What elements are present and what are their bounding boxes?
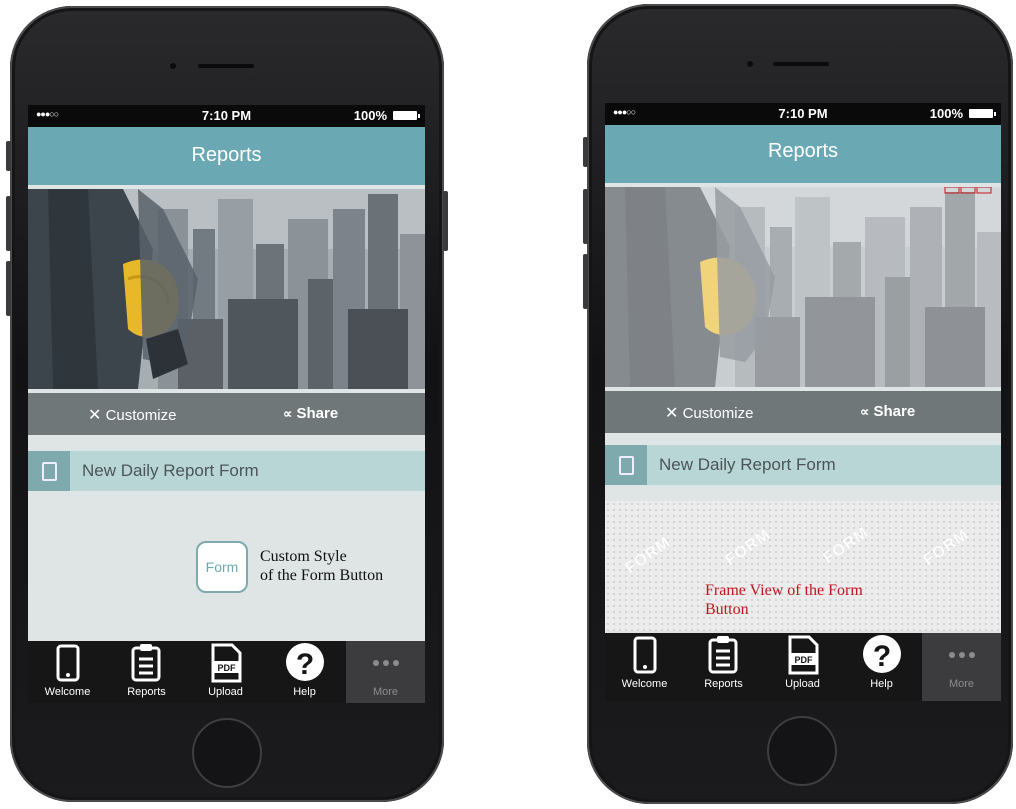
tab-welcome-label: Welcome [44, 686, 91, 698]
form-row-label: New Daily Report Form [82, 461, 259, 480]
power-button [443, 191, 448, 251]
tab-help-label: Help [293, 686, 316, 698]
form-watermark: FORM [622, 533, 675, 578]
wrench-cross-icon: ✕ [88, 407, 102, 424]
tab-more-label: More [948, 678, 975, 690]
action-bar: ✕ Customize ∝ Share [605, 391, 1001, 433]
phone-screen: ●●●○○ 7:10 PM 100% Reports ✕ Customize ∝… [605, 103, 1001, 701]
phone-mockup-frame-view: ●●●○○ 7:10 PM 100% Reports ✕ Customize ∝… [583, 4, 1013, 804]
pdf-icon: PDF [211, 643, 242, 683]
tab-reports[interactable]: Reports [684, 633, 763, 695]
customize-button[interactable]: ✕ Customize [88, 405, 176, 425]
home-button [192, 718, 262, 788]
new-daily-report-form-row[interactable]: New Daily Report Form [605, 445, 1001, 485]
share-icon: ∝ [860, 404, 870, 419]
page-title: Reports [605, 125, 1001, 183]
form-watermark: FORM [820, 523, 873, 568]
share-button[interactable]: ∝ Share [860, 403, 915, 420]
tab-welcome[interactable]: Welcome [28, 641, 107, 703]
status-bar: ●●●○○ 7:10 PM 100% [605, 103, 1001, 125]
form-row-label: New Daily Report Form [659, 455, 836, 474]
mute-switch [583, 137, 588, 167]
pdf-icon: PDF [788, 635, 819, 675]
tab-bar: Welcome Reports PDF Upload ? Help More [605, 633, 1001, 701]
more-dots-icon [373, 660, 399, 666]
form-document-icon [605, 445, 647, 485]
tab-reports-label: Reports [704, 678, 743, 690]
share-label: Share [296, 405, 339, 422]
customize-button[interactable]: ✕ Customize [665, 403, 753, 423]
hero-image [605, 187, 1001, 387]
earpiece [198, 64, 254, 68]
form-button[interactable]: Form [196, 541, 248, 593]
custom-style-annotation: Custom Style of the Form Button [260, 547, 383, 585]
form-frame-view[interactable]: FORM FORM FORM FORM Frame View of the Fo… [605, 501, 1001, 631]
svg-text:PDF: PDF [795, 655, 814, 665]
annotation-line-1: Frame View of the Form [705, 582, 863, 599]
home-button [767, 716, 837, 786]
form-watermark: FORM [722, 525, 775, 570]
tab-help[interactable]: ? Help [842, 633, 921, 695]
svg-text:PDF: PDF [218, 663, 237, 673]
frame-view-annotation: Frame View of the Form Button [705, 581, 863, 619]
phone-mockup-custom-style: ●●●○○ 7:10 PM 100% Reports ✕ Customize ∝… [6, 6, 448, 802]
share-button[interactable]: ∝ Share [283, 405, 338, 422]
tab-help[interactable]: ? Help [265, 641, 344, 703]
tab-bar: Welcome Reports PDF Upload ? Help More [28, 641, 425, 703]
tab-upload[interactable]: PDF Upload [763, 633, 842, 695]
form-document-icon [28, 451, 70, 491]
volume-down-button [6, 261, 11, 316]
tab-reports[interactable]: Reports [107, 641, 186, 703]
tab-reports-label: Reports [127, 686, 166, 698]
customize-label: Customize [105, 407, 177, 424]
svg-text:?: ? [296, 648, 314, 681]
tab-upload-label: Upload [785, 678, 820, 690]
action-bar: ✕ Customize ∝ Share [28, 393, 425, 435]
tab-upload[interactable]: PDF Upload [186, 641, 265, 703]
volume-up-button [583, 189, 588, 244]
battery-percent: 100% [353, 108, 387, 123]
tab-help-label: Help [870, 678, 893, 690]
svg-text:?: ? [873, 640, 891, 673]
tab-welcome[interactable]: Welcome [605, 633, 684, 695]
clipboard-icon [131, 644, 161, 682]
battery-icon [393, 111, 420, 120]
phone-icon [633, 636, 657, 674]
phone-icon [56, 644, 80, 682]
tab-welcome-label: Welcome [621, 678, 668, 690]
wrench-cross-icon: ✕ [665, 405, 679, 422]
clipboard-icon [708, 636, 738, 674]
share-icon: ∝ [283, 406, 293, 421]
volume-up-button [6, 196, 11, 251]
content-area: Form Custom Style of the Form Button [28, 495, 425, 641]
question-icon: ? [863, 635, 901, 673]
tab-upload-label: Upload [208, 686, 243, 698]
battery-percent: 100% [929, 106, 963, 121]
question-icon: ? [286, 643, 324, 681]
mute-switch [6, 141, 11, 171]
front-camera [170, 63, 176, 69]
volume-down-button [583, 254, 588, 309]
hero-image [28, 189, 425, 389]
earpiece [773, 62, 829, 66]
phone-screen: ●●●○○ 7:10 PM 100% Reports ✕ Customize ∝… [28, 105, 425, 703]
status-bar: ●●●○○ 7:10 PM 100% [28, 105, 425, 127]
tab-more[interactable]: More [922, 633, 1001, 701]
annotation-line-2: of the Form Button [260, 567, 384, 584]
annotation-line-1: Custom Style [260, 548, 347, 565]
more-dots-icon [949, 652, 975, 658]
battery-icon [969, 109, 996, 118]
annotation-line-2: Button [705, 601, 749, 618]
tab-more[interactable]: More [346, 641, 425, 703]
share-label: Share [873, 403, 916, 420]
front-camera [747, 61, 753, 67]
form-watermark: FORM [920, 525, 973, 570]
new-daily-report-form-row[interactable]: New Daily Report Form [28, 451, 425, 491]
tab-more-label: More [372, 686, 399, 698]
customize-label: Customize [682, 405, 754, 422]
page-title: Reports [28, 127, 425, 185]
